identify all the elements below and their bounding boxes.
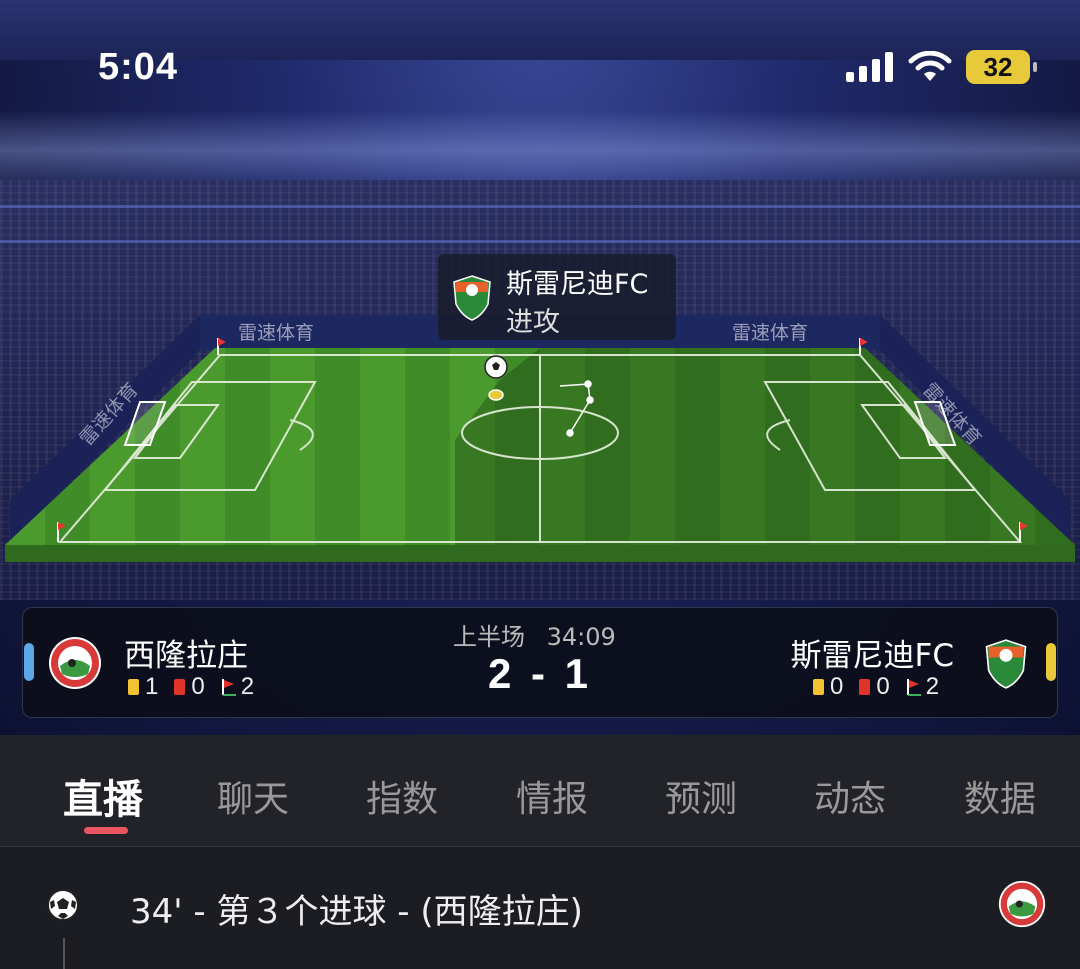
away-team-name[interactable]: 斯雷尼迪FC (791, 630, 954, 675)
yellow-card-icon (128, 679, 139, 695)
event-timeline (63, 938, 65, 969)
home-team-name[interactable]: 西隆拉庄 (124, 630, 248, 675)
away-team-stats: 0 0 2 (813, 673, 939, 701)
home-yellow-count: 1 (145, 673, 159, 700)
yellow-card-icon (813, 679, 824, 695)
football-pitch (5, 315, 1075, 562)
soccer-ball-icon (47, 889, 79, 921)
attack-popup: 斯雷尼迪FC 进攻 (438, 254, 676, 340)
corner-flag-icon (221, 679, 236, 696)
tab-live[interactable]: 直播 (63, 767, 143, 825)
wifi-icon (908, 51, 952, 81)
attack-action: 进攻 (506, 307, 560, 338)
battery-icon: 32 (966, 50, 1037, 84)
home-team-logo (998, 880, 1046, 928)
match-period: 上半场 34:09 (453, 617, 616, 652)
status-time: 5:04 (98, 46, 179, 88)
home-side-marker (24, 643, 34, 681)
match-clock: 34:09 (546, 623, 616, 651)
tab-stats[interactable]: 数据 (964, 770, 1036, 822)
home-team-stats: 1 0 2 (128, 673, 254, 701)
away-red-count: 0 (876, 673, 890, 700)
away-team-logo (453, 275, 491, 321)
signal-icon (846, 52, 893, 82)
match-half: 上半场 (453, 623, 525, 651)
tab-intel[interactable]: 情报 (516, 770, 588, 822)
red-card-icon (859, 679, 871, 695)
tab-prediction[interactable]: 预测 (665, 770, 737, 822)
ad-board-text: 雷速体育 (732, 322, 809, 344)
away-team-logo[interactable] (984, 638, 1028, 690)
home-red-count: 0 (191, 673, 205, 700)
match-score: 2 - 1 (487, 650, 593, 697)
away-side-marker (1046, 643, 1056, 681)
status-icons: 32 (846, 48, 1037, 86)
event-item-text: 34' - 第３个进球 - (西隆拉庄) (130, 892, 583, 932)
stadium-lights (0, 110, 1080, 190)
tab-news[interactable]: 动态 (814, 770, 886, 822)
red-card-icon (174, 679, 186, 695)
attack-team-name: 斯雷尼迪FC (506, 269, 649, 300)
away-corner-count: 2 (925, 673, 940, 700)
home-team-logo[interactable] (48, 636, 102, 690)
tier-line (0, 240, 1080, 243)
tab-chat[interactable]: 聊天 (217, 770, 289, 822)
tab-odds[interactable]: 指数 (366, 770, 438, 822)
corner-flag-icon (906, 679, 921, 696)
away-yellow-count: 0 (830, 673, 844, 700)
home-corner-count: 2 (240, 673, 255, 700)
ad-board-text: 雷速体育 (238, 322, 315, 344)
tier-line (0, 205, 1080, 208)
active-tab-indicator (84, 827, 128, 834)
